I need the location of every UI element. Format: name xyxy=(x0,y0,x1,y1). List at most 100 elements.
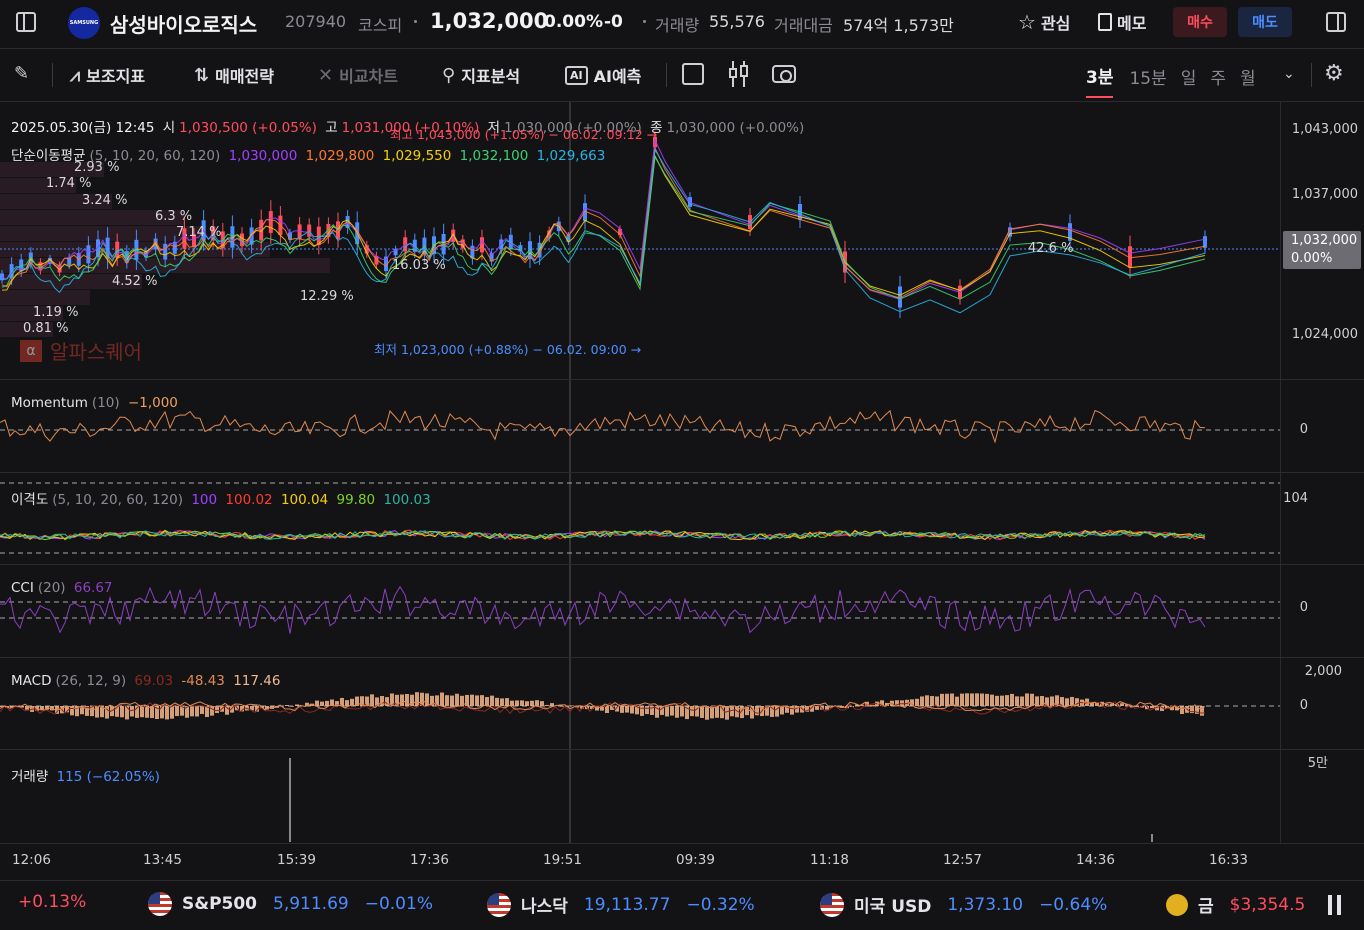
watch-button[interactable]: ☆ 관심 xyxy=(1018,10,1070,34)
ticker-change: −0.01% xyxy=(364,894,433,914)
ticker-name: 나스닥 xyxy=(521,897,568,917)
ticker-item[interactable]: S&P500 5,911.69 −0.01% xyxy=(148,892,433,916)
macd-bar xyxy=(495,697,499,706)
open-label: 시 xyxy=(162,120,176,136)
macd-bar xyxy=(1010,693,1014,706)
tab-period[interactable]: 일 xyxy=(1181,64,1197,97)
ai-chip-icon: AI xyxy=(565,65,588,85)
strategy-button[interactable]: ⇅ 매매전략 xyxy=(194,63,274,87)
tab-period[interactable]: 3분 xyxy=(1086,63,1114,98)
x-tick: 09:39 xyxy=(676,852,715,868)
memo-button[interactable]: 메모 xyxy=(1098,10,1146,34)
tab-period[interactable]: 월 xyxy=(1240,64,1256,97)
high-label: 고 xyxy=(325,120,338,136)
disparity-label: 이격도 xyxy=(11,492,49,508)
panel-separator xyxy=(0,880,1364,881)
macd-bar xyxy=(540,701,544,706)
analysis-button[interactable]: ⚲ 지표분석 xyxy=(442,63,520,87)
us-flag-icon xyxy=(820,892,844,917)
us-flag-icon xyxy=(487,892,511,917)
volume-profile-label: 3.24 % xyxy=(82,193,128,208)
macd-bar xyxy=(745,706,749,716)
ticker-change: −0.64% xyxy=(1039,894,1108,915)
macd-bar xyxy=(125,706,129,720)
macd-bar xyxy=(1120,703,1124,706)
macd-bar xyxy=(970,693,974,706)
ai-predict-button[interactable]: AI AI예측 xyxy=(565,63,641,87)
amount-label: 거래대금 xyxy=(774,16,833,35)
macd-bar xyxy=(595,706,599,711)
macd-bar xyxy=(920,696,924,706)
macd-bar xyxy=(815,706,819,710)
compare-button[interactable]: ✕ 비교차트 xyxy=(318,63,398,87)
stock-market: 코스피 xyxy=(358,16,403,35)
compare-label: 비교차트 xyxy=(339,67,398,86)
macd-bar xyxy=(380,695,384,706)
macd-bar xyxy=(625,706,629,713)
macd-signal-value: -48.43 xyxy=(181,673,225,689)
macd-bar xyxy=(1005,695,1009,706)
right-panel-toggle-icon[interactable] xyxy=(1326,12,1346,32)
alpha-logo-icon: α xyxy=(20,339,42,362)
tab-period[interactable]: 주 xyxy=(1210,64,1226,97)
tab-period[interactable]: 15분 xyxy=(1129,64,1166,97)
indicator-button[interactable]: ⩘ 보조지표 xyxy=(70,63,145,87)
sell-button[interactable]: 매도 xyxy=(1238,7,1292,37)
macd-bar xyxy=(940,693,944,706)
macd-bar xyxy=(285,704,289,706)
ticker-item[interactable]: 미국 USD 1,373.10 −0.64% xyxy=(820,892,1107,917)
chevron-down-icon[interactable]: ⌄ xyxy=(1283,66,1295,82)
macd-label: MACD xyxy=(11,673,52,689)
buy-button[interactable]: 매수 xyxy=(1173,7,1227,37)
momentum-label: Momentum xyxy=(11,395,88,411)
volume-label: 거래량 xyxy=(655,16,700,35)
volume-value: 55,576 xyxy=(709,12,765,31)
macd-bar xyxy=(965,693,969,706)
y-tick: 1,024,000 xyxy=(1291,327,1358,342)
current-price-tag-value: 1,032,000 xyxy=(1291,233,1358,248)
macd-bar xyxy=(490,695,494,706)
macd-bar xyxy=(210,706,214,716)
chart-toolbar: ✎ ⩘ 보조지표 ⇅ 매매전략 ✕ 비교차트 ⚲ 지표분석 AI AI예측 3분… xyxy=(0,49,1364,102)
macd-legend: MACD (26, 12, 9) 69.03 -48.43 117.46 xyxy=(11,673,284,689)
square-icon[interactable] xyxy=(682,63,704,85)
macd-bar xyxy=(1020,696,1024,706)
draw-tool-button[interactable]: ✎ xyxy=(14,63,29,84)
toolbar-divider xyxy=(1311,63,1312,87)
ticker-item[interactable]: 나스닥 19,113.77 −0.32% xyxy=(487,892,755,917)
macd-bar xyxy=(620,706,624,713)
macd-bar xyxy=(900,700,904,706)
macd-bar xyxy=(945,693,949,706)
stock-name: 삼성바이오로직스 xyxy=(110,13,258,37)
disparity-value: 100 xyxy=(191,492,218,508)
period-tabs: 3분 15분 일 주 월 xyxy=(1086,63,1270,98)
macd-bar xyxy=(145,706,149,718)
cci-value: 66.67 xyxy=(73,580,113,596)
macd-bar xyxy=(960,693,964,706)
macd-bar xyxy=(545,704,549,706)
sidebar-toggle-icon[interactable] xyxy=(16,12,36,32)
x-tick: 17:36 xyxy=(410,852,449,868)
volume-value: 115 (−62.05%) xyxy=(56,769,160,785)
ticker-name: 금 xyxy=(1198,897,1214,917)
ticker-item[interactable]: +0.13% xyxy=(18,892,86,912)
volume-profile-label: 42.6 % xyxy=(1028,241,1074,256)
pause-icon[interactable] xyxy=(1328,895,1342,915)
memo-label: 메모 xyxy=(1117,14,1147,33)
macd-hist-value: 117.46 xyxy=(233,673,281,689)
x-tick: 19:51 xyxy=(543,852,582,868)
macd-bar xyxy=(445,695,449,706)
ticker-name: S&P500 xyxy=(182,894,258,914)
candlestick-icon[interactable] xyxy=(728,61,750,87)
macd-bar xyxy=(450,695,454,706)
cci-line xyxy=(0,585,1206,634)
macd-bar xyxy=(475,695,479,706)
max-price-note: 최고 1,043,000 (+1.05%) − 06.02. 09:12 → xyxy=(390,127,658,142)
camera-icon[interactable] xyxy=(772,65,796,83)
ticker-item[interactable]: 금 $3,354.5 xyxy=(1166,892,1308,917)
ma-value: 1,032,100 xyxy=(459,148,529,164)
ma-value: 1,029,550 xyxy=(382,148,452,164)
header-bar: SAMSUNG 삼성바이오로직스 207940 코스피 1,032,000 0.… xyxy=(0,0,1364,49)
gear-icon[interactable]: ⚙ xyxy=(1324,61,1344,86)
pencil-icon: ✎ xyxy=(14,63,30,84)
